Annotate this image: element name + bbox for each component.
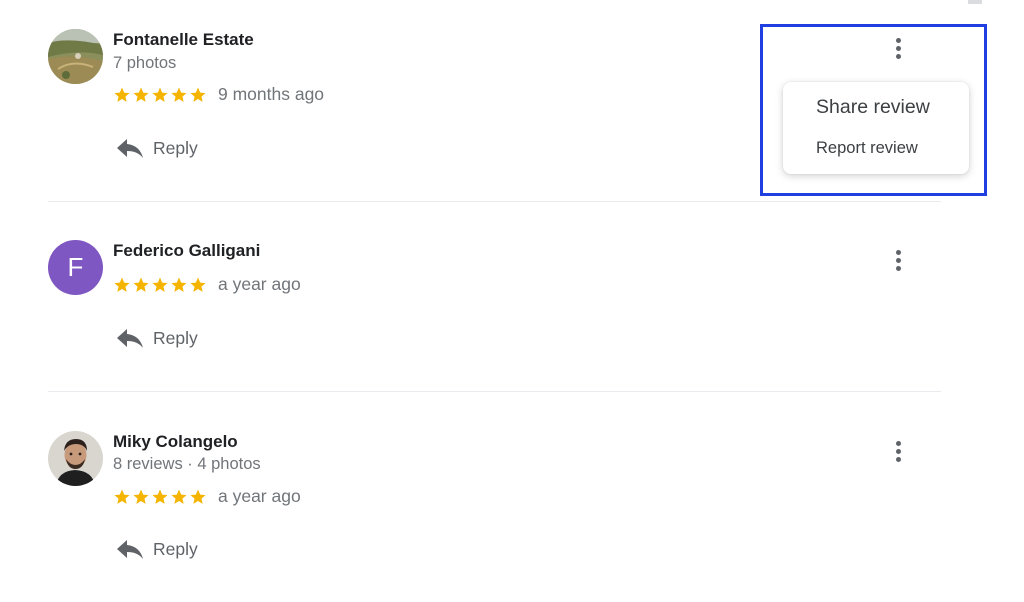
reviewer-avatar[interactable]: [48, 29, 103, 84]
reviewer-name[interactable]: Fontanelle Estate: [113, 30, 254, 50]
reviewer-avatar[interactable]: [48, 431, 103, 486]
reviewer-meta[interactable]: 7 photos: [113, 54, 176, 73]
reviewer-avatar[interactable]: F: [48, 240, 103, 295]
review-date: a year ago: [218, 274, 301, 294]
star-icon: [190, 277, 206, 292]
reply-label: Reply: [153, 538, 198, 559]
star-icon: [171, 277, 187, 292]
reply-icon: [117, 540, 143, 559]
reviewer-meta[interactable]: 8 reviews · 4 photos: [113, 455, 261, 474]
star-icon: [114, 87, 130, 102]
reply-label: Reply: [153, 327, 198, 348]
reply-label: Reply: [153, 137, 198, 158]
divider: [48, 201, 941, 202]
landscape-avatar-image: [48, 29, 103, 84]
rating-row: a year ago: [113, 486, 301, 507]
scrollbar-thumb[interactable]: [968, 0, 982, 4]
more-options-button[interactable]: [885, 245, 911, 275]
star-icon: [190, 87, 206, 102]
reply-button[interactable]: Reply: [116, 327, 198, 349]
reply-button[interactable]: Reply: [116, 137, 198, 159]
reply-icon: [117, 329, 143, 348]
star-icon: [133, 87, 149, 102]
more-vert-icon: [895, 249, 901, 255]
star-icon: [114, 489, 130, 504]
reviewer-name[interactable]: Federico Galligani: [113, 241, 260, 261]
reply-button[interactable]: Reply: [116, 538, 198, 560]
reviewer-name[interactable]: Miky Colangelo: [113, 432, 238, 452]
star-icon: [152, 489, 168, 504]
star-rating: [113, 276, 207, 294]
person-avatar-image: [48, 431, 103, 486]
star-icon: [190, 489, 206, 504]
review-date: 9 months ago: [218, 84, 325, 104]
star-icon: [152, 87, 168, 102]
highlight-box: [760, 24, 987, 196]
more-vert-icon: [895, 440, 901, 446]
star-rating: [113, 488, 207, 506]
avatar-letter: F: [67, 252, 84, 282]
star-icon: [152, 277, 168, 292]
rating-row: a year ago: [113, 274, 301, 295]
reply-icon: [117, 139, 143, 158]
star-icon: [133, 277, 149, 292]
star-rating: [113, 86, 207, 104]
star-icon: [114, 277, 130, 292]
divider: [48, 391, 941, 392]
star-icon: [133, 489, 149, 504]
more-options-button[interactable]: [885, 436, 911, 466]
review-date: a year ago: [218, 486, 301, 506]
star-icon: [171, 87, 187, 102]
rating-row: 9 months ago: [113, 84, 324, 105]
star-icon: [171, 489, 187, 504]
